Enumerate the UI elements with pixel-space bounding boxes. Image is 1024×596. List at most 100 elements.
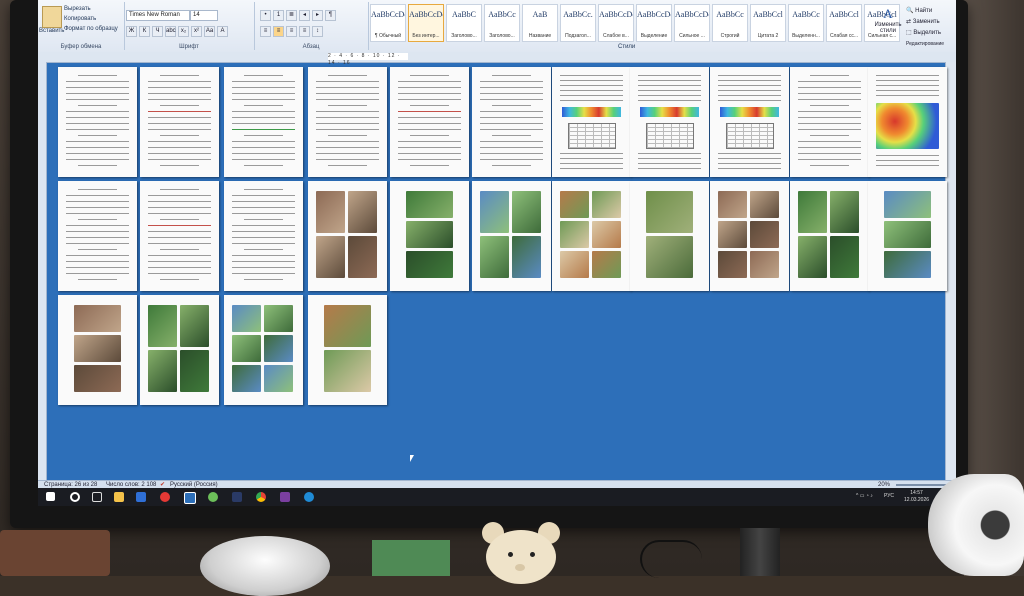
format-painter-button[interactable]: Формат по образцу	[64, 26, 118, 32]
style-item[interactable]: AaBbCcDc Сильное ...	[674, 4, 710, 42]
file-explorer-icon[interactable]	[114, 492, 124, 502]
style-item[interactable]: AaBbCc. Подзагол...	[560, 4, 596, 42]
chrome-icon[interactable]	[256, 492, 266, 502]
style-item[interactable]: AaBbCcl Цитата 2	[750, 4, 786, 42]
document-page[interactable]	[710, 67, 789, 177]
italic-button[interactable]: К	[139, 26, 150, 37]
document-page[interactable]	[472, 181, 551, 291]
input-language[interactable]: РУС	[884, 493, 894, 500]
justify-button[interactable]: ≡	[299, 26, 310, 37]
align-center-button[interactable]: ≡	[273, 26, 284, 37]
photo	[560, 251, 589, 278]
search-icon[interactable]	[70, 492, 80, 502]
document-page[interactable]	[58, 67, 137, 177]
copy-button[interactable]: Копировать	[64, 16, 96, 22]
text-line	[480, 111, 543, 112]
document-page[interactable]	[224, 181, 303, 291]
document-page[interactable]	[58, 181, 137, 291]
document-page[interactable]	[140, 181, 219, 291]
document-page[interactable]	[630, 67, 709, 177]
style-item[interactable]: AaBbCcDc Выделение	[636, 4, 672, 42]
horizontal-ruler[interactable]: 2 · 4 · 6 · 8 · 10 · 12 · 14 · 16	[38, 52, 956, 66]
yandex-icon[interactable]	[160, 492, 170, 502]
photo	[406, 191, 453, 218]
ribbon: Вставить Вырезать Копировать Формат по о…	[38, 0, 956, 53]
document-page[interactable]	[308, 181, 387, 291]
vertical-ruler[interactable]	[38, 62, 47, 480]
font-color-button[interactable]: A	[217, 26, 228, 37]
app-icon-3[interactable]	[280, 492, 290, 502]
style-item[interactable]: AaBbCcDc Без интер...	[408, 4, 444, 42]
tray-icons[interactable]: ^ ▭ ◔ ♪	[856, 493, 873, 500]
style-item[interactable]: AaB Название	[522, 4, 558, 42]
document-page[interactable]	[552, 181, 631, 291]
style-item[interactable]: AaBbCcDc Слабое в...	[598, 4, 634, 42]
photo	[592, 191, 621, 218]
select-button[interactable]: ⬚ Выделить	[906, 28, 944, 39]
text-line	[148, 267, 211, 268]
task-view-icon[interactable]	[92, 492, 102, 502]
document-page[interactable]	[710, 181, 789, 291]
text-line	[560, 80, 623, 81]
numbering-icon[interactable]: 1	[273, 10, 284, 21]
document-page[interactable]	[58, 295, 137, 405]
bullets-icon[interactable]: •	[260, 10, 271, 21]
document-page[interactable]	[390, 67, 469, 177]
document-page[interactable]	[140, 67, 219, 177]
document-page[interactable]	[552, 67, 631, 177]
find-button[interactable]: 🔍 Найти	[906, 6, 944, 17]
style-item[interactable]: AaBbC Заголово...	[446, 4, 482, 42]
document-page[interactable]	[630, 181, 709, 291]
indent-decrease-icon[interactable]: ◂	[299, 10, 310, 21]
app-icon-4[interactable]	[304, 492, 314, 502]
text-line	[718, 100, 781, 101]
photo	[592, 221, 621, 248]
font-size-select[interactable]: 14	[190, 10, 218, 21]
align-left-button[interactable]: ≡	[260, 26, 271, 37]
text-line	[66, 267, 129, 268]
document-page[interactable]	[868, 67, 947, 177]
start-icon[interactable]	[46, 492, 55, 501]
photoshop-icon[interactable]	[232, 492, 242, 502]
document-page[interactable]	[308, 295, 387, 405]
cut-button[interactable]: Вырезать	[64, 6, 91, 12]
bold-button[interactable]: Ж	[126, 26, 137, 37]
style-item[interactable]: AaBbCc Заголово...	[484, 4, 520, 42]
style-item[interactable]: AaBbCc Выделенн...	[788, 4, 824, 42]
document-page[interactable]	[390, 181, 469, 291]
document-page[interactable]	[790, 181, 869, 291]
multilevel-icon[interactable]: ≣	[286, 10, 297, 21]
change-case-button[interactable]: Aa	[204, 26, 215, 37]
text-line	[560, 168, 623, 169]
app-icon-2[interactable]	[208, 492, 218, 502]
paste-icon[interactable]	[42, 6, 62, 28]
line-spacing-button[interactable]: ↕	[312, 26, 323, 37]
style-item[interactable]: AaBbCc Строгий	[712, 4, 748, 42]
style-item[interactable]: AaBbCcDc ¶ Обычный	[370, 4, 406, 42]
superscript-button[interactable]: x²	[191, 26, 202, 37]
document-page[interactable]	[868, 181, 947, 291]
align-right-button[interactable]: ≡	[286, 26, 297, 37]
underline-button[interactable]: Ч	[152, 26, 163, 37]
document-page[interactable]	[308, 67, 387, 177]
document-page[interactable]	[224, 295, 303, 405]
font-name-select[interactable]: Times New Roman	[126, 10, 190, 21]
document-page[interactable]	[140, 295, 219, 405]
app-icon[interactable]	[136, 492, 146, 502]
document-page[interactable]	[790, 67, 869, 177]
word-icon[interactable]	[184, 492, 196, 504]
style-item[interactable]: AaBbCcl Слабая сс...	[826, 4, 862, 42]
show-marks-button[interactable]: ¶	[325, 10, 336, 21]
replace-button[interactable]: ⇄ Заменить	[906, 17, 944, 28]
clock[interactable]: 14:57 12.03.2026	[904, 490, 929, 504]
text-line	[66, 201, 129, 202]
change-styles-button[interactable]: A Изменить стили	[872, 6, 904, 46]
document-page[interactable]	[472, 67, 551, 177]
subscript-button[interactable]: x₂	[178, 26, 189, 37]
strikethrough-button[interactable]: abc	[165, 26, 176, 37]
document-page[interactable]	[224, 67, 303, 177]
indent-increase-icon[interactable]: ▸	[312, 10, 323, 21]
box	[0, 530, 110, 576]
zoom-slider[interactable]	[896, 484, 946, 486]
paste-button[interactable]: Вставить	[39, 28, 64, 34]
